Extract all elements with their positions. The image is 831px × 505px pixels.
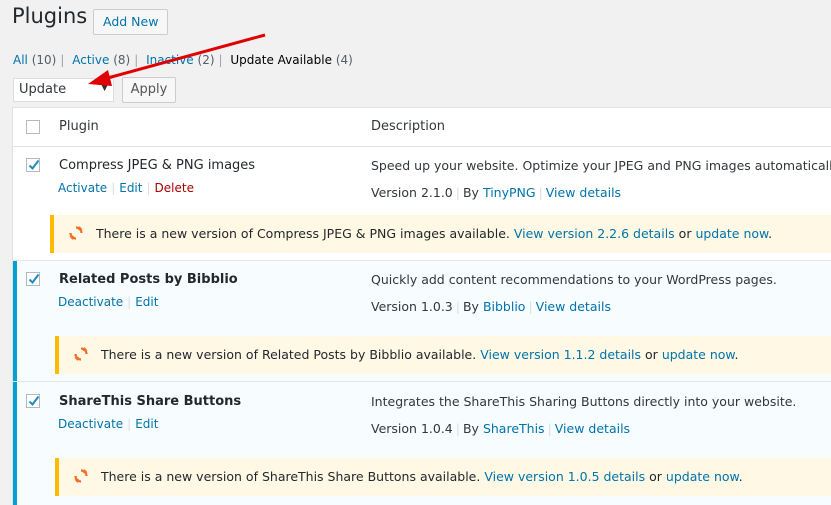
update-notice: There is a new version of Compress JPEG …	[50, 215, 831, 253]
view-details-link[interactable]: View details	[536, 299, 611, 314]
view-version-details-link[interactable]: View version 1.0.5 details	[484, 469, 645, 484]
checkmark-icon	[28, 395, 40, 407]
bulk-actions-select[interactable]: Update ▼	[13, 78, 114, 102]
plugin-checkbox[interactable]	[26, 394, 40, 408]
notice-period: .	[768, 226, 773, 241]
update-notice-text: There is a new version of ShareThis Shar…	[101, 469, 743, 484]
notice-or: or	[645, 347, 658, 362]
deactivate-link[interactable]: Deactivate	[58, 417, 123, 431]
update-notice: There is a new version of ShareThis Shar…	[55, 458, 831, 496]
by-label: By	[462, 299, 479, 314]
plugin-row: ShareThis Share Buttons Deactivate | Edit …	[13, 381, 831, 505]
plugin-description: Quickly add content recommendations to y…	[371, 272, 777, 287]
plugin-version: Version 2.1.0	[371, 185, 453, 200]
active-indicator	[13, 261, 17, 382]
plugin-row: Related Posts by Bibblio Deactivate | Edit…	[13, 260, 831, 382]
update-notice-text: There is a new version of Compress JPEG …	[96, 226, 772, 241]
view-version-details-link[interactable]: View version 1.1.2 details	[480, 347, 641, 362]
plugin-name: ShareThis Share Buttons	[59, 394, 242, 409]
checkmark-icon	[28, 159, 40, 171]
plugin-name: Related Posts by Bibblio	[59, 272, 238, 287]
deactivate-link[interactable]: Deactivate	[58, 295, 123, 309]
active-indicator	[13, 382, 17, 505]
filter-all-label: All	[13, 53, 28, 67]
row-actions: Deactivate | Edit	[58, 295, 159, 309]
filter-all-count: (10)	[31, 53, 57, 67]
edit-link[interactable]: Edit	[135, 295, 158, 309]
author-link[interactable]: ShareThis	[483, 421, 545, 436]
filter-active-count: (8)	[113, 53, 131, 67]
plugin-row: Compress JPEG & PNG images Activate | Edit…	[13, 147, 831, 260]
filter-inactive-count: (2)	[197, 53, 215, 67]
update-now-link[interactable]: update now	[662, 347, 735, 362]
filter-active-label: Active	[72, 53, 110, 67]
apply-button[interactable]: Apply	[122, 77, 176, 103]
status-filters: All (10) | Active (8) | Inactive (2) | Upda…	[13, 53, 353, 67]
plugin-description: Integrates the ShareThis Sharing Buttons…	[371, 394, 797, 409]
update-icon	[73, 468, 89, 487]
update-notice: There is a new version of Related Posts …	[55, 336, 831, 374]
page-title: Plugins	[12, 4, 88, 28]
add-new-button[interactable]: Add New	[93, 9, 169, 35]
update-icon	[68, 225, 84, 244]
filter-active[interactable]: Active (8)	[72, 53, 130, 67]
select-all-checkbox[interactable]	[26, 120, 40, 134]
view-details-link[interactable]: View details	[555, 421, 630, 436]
notice-or: or	[649, 469, 662, 484]
update-icon	[73, 346, 89, 365]
view-version-details-link[interactable]: View version 2.2.6 details	[514, 226, 675, 241]
author-link[interactable]: Bibblio	[483, 299, 526, 314]
plugin-version: Version 1.0.3	[371, 299, 453, 314]
plugin-checkbox[interactable]	[26, 158, 40, 172]
filter-inactive-label: Inactive	[146, 53, 194, 67]
filter-update-available[interactable]: Update Available (4)	[230, 53, 352, 67]
table-header: Plugin Description	[13, 108, 831, 147]
column-header-plugin[interactable]: Plugin	[59, 119, 99, 134]
plugin-meta: Version 2.1.0 | By TinyPNG | View details	[371, 185, 622, 200]
plugin-description: Speed up your website. Optimize your JPE…	[371, 158, 831, 173]
row-actions: Activate | Edit | Delete	[58, 181, 194, 195]
plugin-checkbox[interactable]	[26, 272, 40, 286]
by-label: By	[462, 421, 479, 436]
filter-update-label: Update Available	[230, 53, 332, 67]
plugin-version: Version 1.0.4	[371, 421, 453, 436]
checkmark-icon	[28, 273, 40, 285]
edit-link[interactable]: Edit	[135, 417, 158, 431]
notice-message: There is a new version of Related Posts …	[101, 347, 477, 362]
update-now-link[interactable]: update now	[666, 469, 739, 484]
delete-link[interactable]: Delete	[155, 181, 194, 195]
chevron-down-icon: ▼	[101, 83, 108, 93]
plugin-meta: Version 1.0.4 | By ShareThis | View details	[371, 421, 631, 436]
notice-message: There is a new version of Compress JPEG …	[96, 226, 510, 241]
edit-link[interactable]: Edit	[119, 181, 142, 195]
plugins-table: Plugin Description Compress JPEG & PNG i…	[12, 107, 831, 505]
filter-update-count: (4)	[335, 53, 353, 67]
update-now-link[interactable]: update now	[695, 226, 768, 241]
notice-period: .	[734, 347, 739, 362]
notice-period: .	[738, 469, 743, 484]
column-header-description[interactable]: Description	[371, 119, 445, 134]
plugin-meta: Version 1.0.3 | By Bibblio | View details	[371, 299, 611, 314]
activate-link[interactable]: Activate	[58, 181, 107, 195]
notice-or: or	[678, 226, 692, 241]
bulk-actions-value: Update	[19, 82, 67, 97]
by-label: By	[462, 185, 479, 200]
plugin-name: Compress JPEG & PNG images	[59, 158, 256, 173]
filter-inactive[interactable]: Inactive (2)	[146, 53, 214, 67]
filter-all[interactable]: All (10)	[13, 53, 56, 67]
update-notice-text: There is a new version of Related Posts …	[101, 347, 738, 362]
notice-message: There is a new version of ShareThis Shar…	[101, 469, 481, 484]
row-actions: Deactivate | Edit	[58, 417, 159, 431]
author-link[interactable]: TinyPNG	[483, 185, 536, 200]
view-details-link[interactable]: View details	[546, 185, 621, 200]
